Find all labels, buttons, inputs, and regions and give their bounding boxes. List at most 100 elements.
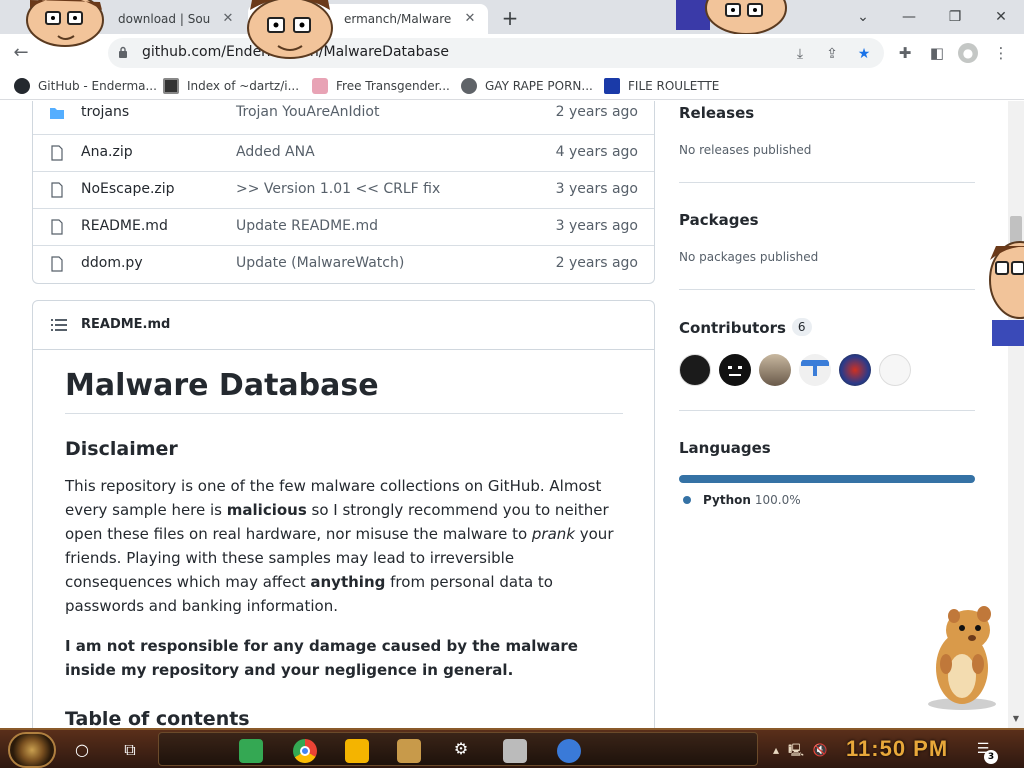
disclaimer-heading: Disclaimer — [65, 438, 178, 460]
bookmark-github[interactable]: GitHub - Enderma... — [14, 77, 157, 95]
bookmark-free-transgender[interactable]: Free Transgender... — [312, 77, 450, 95]
taskbar-clock[interactable]: 11:50 PM — [846, 736, 948, 762]
language-item[interactable]: Python 100.0% — [683, 493, 801, 507]
readme-header: README.md — [33, 301, 654, 350]
table-row[interactable]: ddom.py Update (MalwareWatch) 2 years ag… — [33, 245, 654, 282]
share-icon[interactable]: ⇪ — [822, 44, 842, 64]
tab-search-button[interactable]: ⌄ — [840, 4, 886, 30]
bookmark-star-icon[interactable]: ★ — [854, 44, 874, 64]
text-run-bold: malicious — [226, 501, 307, 519]
commit-message[interactable]: Trojan YouAreAnIdiot — [236, 104, 379, 120]
bookmark-index-dartz[interactable]: Index of ~dartz/i... — [163, 77, 299, 95]
scroll-down-arrow[interactable]: ▼ — [1010, 713, 1022, 725]
file-icon — [51, 145, 63, 161]
packages-heading[interactable]: Packages — [679, 211, 759, 229]
lock-icon — [119, 46, 127, 58]
bookmark-label: Free Transgender... — [336, 79, 450, 93]
chrome-icon-center — [300, 746, 310, 756]
search-icon[interactable]: ○ — [70, 738, 94, 762]
file-name[interactable]: Ana.zip — [81, 144, 133, 160]
wave-icon — [801, 360, 829, 376]
bookmark-file-roulette[interactable]: FILE ROULETTE — [604, 77, 719, 95]
people-app-icon[interactable] — [557, 739, 581, 763]
install-app-icon[interactable]: ⤓ — [790, 44, 810, 64]
minimize-button[interactable]: — — [886, 4, 932, 30]
menu-kebab-icon[interactable]: ⋮ — [990, 42, 1012, 64]
settings-icon[interactable]: ⚙ — [449, 737, 473, 761]
mask-app-icon[interactable] — [503, 739, 527, 763]
table-row[interactable]: NoEscape.zip >> Version 1.01 << CRLF fix… — [33, 171, 654, 208]
folder-index-icon — [163, 78, 179, 94]
commit-age: 2 years ago — [555, 255, 638, 271]
close-icon[interactable]: ✕ — [220, 11, 236, 27]
new-tab-button[interactable]: + — [498, 7, 522, 31]
tab-title: download | Sou — [118, 12, 211, 26]
side-panel-icon[interactable]: ◧ — [926, 42, 948, 64]
table-row[interactable]: README.md Update README.md 3 years ago — [33, 208, 654, 245]
address-bar[interactable]: github.com/Enderman.ch/MalwareDatabase ⤓… — [108, 38, 884, 68]
browser-toolbar: ← github.com/Enderman.ch/MalwareDatabase… — [0, 34, 1024, 72]
languages-heading: Languages — [679, 439, 771, 457]
bookmark-label: GAY RAPE PORN... — [485, 79, 593, 93]
language-color-dot — [683, 496, 691, 504]
outline-list-icon[interactable] — [51, 318, 67, 332]
tab-title: ermanch/Malware — [344, 12, 452, 26]
file-name[interactable]: NoEscape.zip — [81, 181, 175, 197]
volume-muted-icon[interactable]: 🔇 — [812, 742, 828, 758]
commit-message[interactable]: Added ANA — [236, 144, 315, 160]
commit-age: 3 years ago — [555, 181, 638, 197]
task-view-icon[interactable]: ⧉ — [118, 738, 142, 762]
table-row[interactable]: Ana.zip Added ANA 4 years ago — [33, 134, 654, 171]
avatar[interactable] — [719, 354, 751, 386]
tab-strip: download | Sou ✕ ermanch/Malware ✕ + ⌄ —… — [0, 0, 1024, 34]
restore-button[interactable]: ❐ — [932, 4, 978, 30]
packages-empty-text: No packages published — [679, 250, 819, 264]
file-explorer-icon[interactable] — [345, 739, 369, 763]
globe-icon — [312, 78, 328, 94]
page-scrollbar[interactable] — [1008, 101, 1024, 728]
table-row[interactable]: trojans Trojan YouAreAnIdiot 2 years ago — [33, 101, 654, 134]
commit-message[interactable]: Update README.md — [236, 218, 378, 234]
file-name[interactable]: trojans — [81, 104, 129, 120]
avatar[interactable] — [879, 354, 911, 386]
game-app-icon[interactable] — [397, 739, 421, 763]
avatar[interactable] — [799, 354, 831, 386]
commit-message[interactable]: Update (MalwareWatch) — [236, 255, 404, 271]
avatar[interactable] — [679, 354, 711, 386]
language-percent: 100.0% — [754, 493, 801, 507]
tab-download[interactable]: download | Sou ✕ — [108, 4, 246, 34]
file-icon — [51, 256, 63, 272]
file-roulette-icon — [604, 78, 620, 94]
chevron-up-icon[interactable]: ▴ — [768, 742, 784, 758]
hamster-desktop-pet[interactable] — [920, 604, 1008, 712]
folder-icon — [50, 108, 64, 119]
taskbar: ○ ⧉ ⚙ ▴ 🖳 🔇 11:50 PM ☰ 3 — [0, 728, 1024, 768]
green-app-icon[interactable] — [239, 739, 263, 763]
bookmark-label: GitHub - Enderma... — [38, 79, 157, 93]
face-icon — [728, 366, 742, 376]
cartoon-face-sticker — [676, 0, 787, 34]
avatar[interactable] — [839, 354, 871, 386]
contributors-heading[interactable]: Contributors — [679, 319, 786, 337]
file-name[interactable]: README.md — [81, 218, 168, 234]
network-icon[interactable]: 🖳 — [788, 742, 804, 758]
chrome-icon[interactable] — [293, 739, 317, 763]
file-icon — [51, 219, 63, 235]
profile-avatar[interactable]: ● — [958, 43, 978, 63]
commit-age: 2 years ago — [555, 104, 638, 120]
contributor-avatars — [679, 354, 975, 386]
avatar[interactable] — [759, 354, 791, 386]
bookmark-gay-rape-porn[interactable]: GAY RAPE PORN... — [461, 77, 593, 95]
releases-empty-text: No releases published — [679, 143, 812, 157]
file-name[interactable]: ddom.py — [81, 255, 143, 271]
notification-count-badge: 3 — [984, 750, 998, 764]
close-window-button[interactable]: ✕ — [978, 4, 1024, 30]
extensions-icon[interactable]: ✚ — [894, 42, 916, 64]
commit-message[interactable]: >> Version 1.01 << CRLF fix — [236, 181, 440, 197]
readme-filename[interactable]: README.md — [81, 317, 170, 332]
close-icon[interactable]: ✕ — [462, 11, 478, 27]
releases-heading[interactable]: Releases — [679, 104, 754, 122]
readme-body: Malware Database Disclaimer This reposit… — [65, 350, 623, 728]
text-run-bold: anything — [310, 573, 386, 591]
start-button[interactable] — [8, 732, 56, 768]
